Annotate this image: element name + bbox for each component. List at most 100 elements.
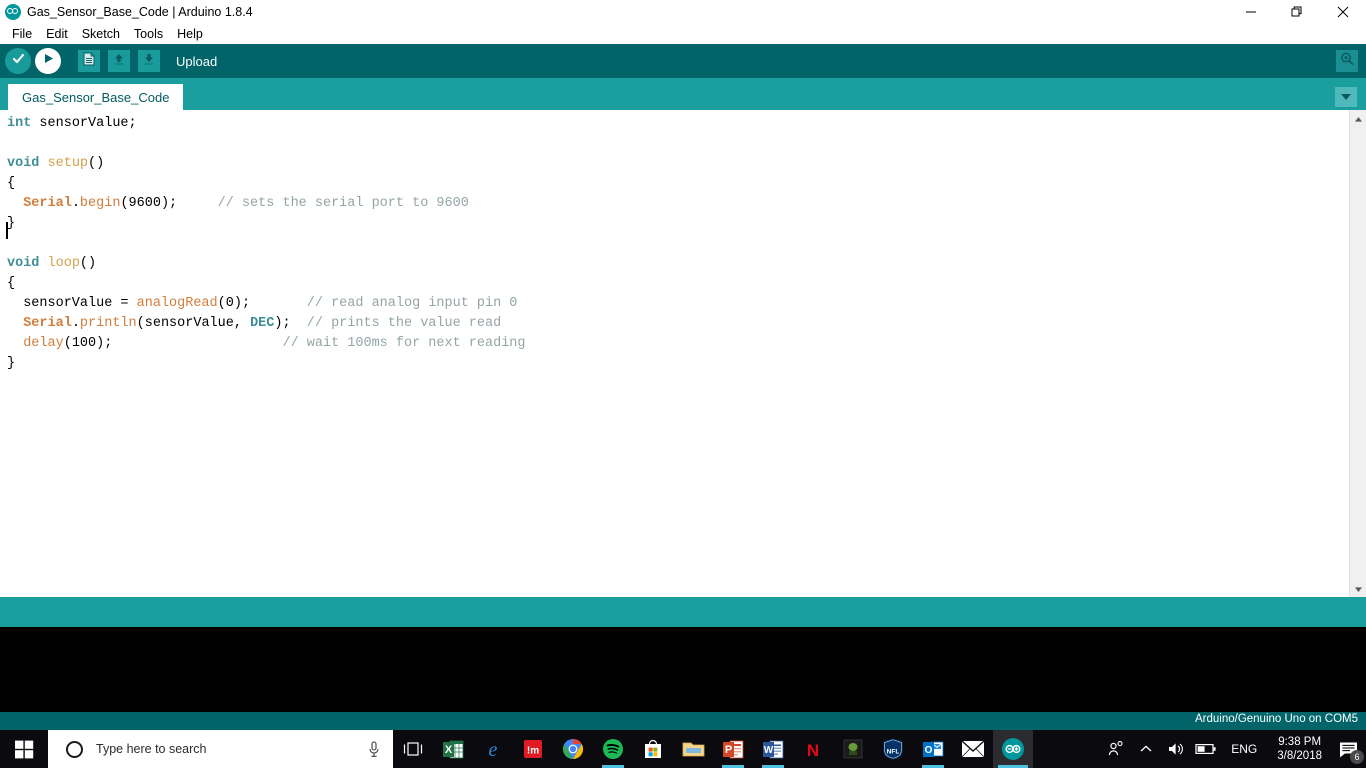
code-token: { [7, 276, 16, 291]
save-sketch-button[interactable] [138, 50, 160, 72]
svg-text:NFL: NFL [887, 749, 900, 756]
tab-menu-button[interactable] [1335, 87, 1357, 107]
serial-monitor-button[interactable] [1336, 50, 1358, 72]
microsoft-store-icon[interactable] [633, 730, 673, 768]
code-line: delay(100); // wait 100ms for next readi… [7, 334, 1346, 354]
board-port-label: Arduino/Genuino Uno on COM5 [1194, 713, 1358, 725]
new-sketch-button[interactable] [78, 50, 100, 72]
windows-start-icon[interactable] [0, 730, 48, 768]
code-line: void setup() [7, 154, 1346, 174]
console-output [0, 627, 1366, 712]
magnifier-serial-monitor-icon [1339, 51, 1355, 72]
editor-vertical-scrollbar[interactable] [1349, 110, 1366, 597]
ide-toolbar: Upload [0, 44, 1366, 78]
open-arrow-up-icon [112, 52, 126, 71]
code-token: // prints the value read [306, 316, 502, 331]
status-message-bar [0, 597, 1366, 627]
svg-text:O: O [925, 745, 933, 756]
code-token: (sensorValue, [136, 316, 251, 331]
code-token: void [7, 156, 40, 171]
svg-text:N: N [807, 741, 819, 760]
svg-text:X: X [445, 744, 453, 756]
task-view-icon[interactable] [393, 730, 433, 768]
code-token: } [7, 216, 16, 231]
board-status-bar [0, 712, 1366, 730]
restore-icon[interactable] [1274, 0, 1320, 24]
edge-icon[interactable]: e [473, 730, 513, 768]
code-token: println [79, 316, 137, 331]
code-line: { [7, 174, 1346, 194]
code-token: Serial [23, 316, 72, 331]
save-arrow-down-icon [142, 52, 156, 71]
code-line: } [7, 354, 1346, 374]
arduino-icon[interactable] [993, 730, 1033, 768]
code-editor[interactable]: int sensorValue; void setup(){ Serial.be… [0, 110, 1366, 597]
code-line: Serial.begin(9600); // sets the serial p… [7, 194, 1346, 214]
menu-item-tools[interactable]: Tools [127, 24, 170, 44]
powerpoint-icon[interactable]: P [713, 730, 753, 768]
people-icon[interactable] [1101, 730, 1131, 768]
file-explorer-icon[interactable] [673, 730, 713, 768]
action-center-icon[interactable]: 6 [1332, 730, 1366, 768]
taskbar-app-list: X e !m P W N NFL O [393, 730, 1033, 768]
arduino-ide-window: Gas_Sensor_Base_Code | Arduino 1.8.4 Fil… [0, 0, 1366, 768]
code-text: int sensorValue; void setup(){ Serial.be… [7, 114, 1346, 374]
code-token: Serial [23, 196, 72, 211]
code-line: Serial.println(sensorValue, DEC); // pri… [7, 314, 1346, 334]
menu-item-sketch[interactable]: Sketch [75, 24, 127, 44]
code-token: (0); [217, 296, 307, 311]
groove-music-icon[interactable]: !m [513, 730, 553, 768]
battery-icon[interactable] [1191, 730, 1221, 768]
window-title-bar: Gas_Sensor_Base_Code | Arduino 1.8.4 [0, 0, 1366, 24]
code-token: sensorValue = [7, 296, 137, 311]
code-token: // sets the serial port to 9600 [217, 196, 469, 211]
code-token: // read analog input pin 0 [306, 296, 518, 311]
menu-item-help[interactable]: Help [170, 24, 210, 44]
verify-button[interactable] [5, 48, 31, 74]
code-token: loop [47, 256, 80, 271]
code-token: () [88, 156, 105, 171]
scroll-down-button[interactable] [1350, 580, 1366, 597]
clock[interactable]: 9:38 PM 3/8/2018 [1267, 730, 1332, 768]
nfl-icon[interactable]: NFL [873, 730, 913, 768]
menu-bar: File Edit Sketch Tools Help [0, 24, 1366, 44]
mail-icon[interactable] [953, 730, 993, 768]
language-indicator[interactable]: ENG [1221, 742, 1267, 756]
minimize-icon[interactable] [1228, 0, 1274, 24]
code-line: } [7, 214, 1346, 234]
menu-item-file[interactable]: File [5, 24, 39, 44]
code-token: begin [79, 196, 121, 211]
toolbar-tooltip: Upload [176, 53, 218, 69]
code-token: ); [274, 316, 307, 331]
open-sketch-button[interactable] [108, 50, 130, 72]
svg-text:e: e [489, 739, 498, 760]
text-caret [6, 222, 8, 239]
code-token: (100); [63, 336, 283, 351]
code-token: void [7, 256, 40, 271]
chevron-up-icon [1354, 110, 1363, 128]
chrome-icon[interactable] [553, 730, 593, 768]
game-app-icon[interactable] [833, 730, 873, 768]
show-hidden-icons-chevron-up-icon[interactable] [1131, 730, 1161, 768]
scroll-up-button[interactable] [1350, 110, 1366, 127]
menu-item-edit[interactable]: Edit [39, 24, 75, 44]
spotify-icon[interactable] [593, 730, 633, 768]
search-input[interactable]: Type here to search [48, 730, 393, 768]
excel-icon[interactable]: X [433, 730, 473, 768]
close-icon[interactable] [1320, 0, 1366, 24]
word-icon[interactable]: W [753, 730, 793, 768]
code-token: () [79, 256, 97, 271]
tab-gas-sensor-base-code[interactable]: Gas_Sensor_Base_Code [8, 84, 184, 110]
upload-button[interactable] [35, 48, 61, 74]
new-file-icon [82, 52, 96, 71]
netflix-icon[interactable]: N [793, 730, 833, 768]
microphone-icon[interactable] [367, 740, 381, 758]
speaker-icon[interactable] [1161, 730, 1191, 768]
outlook-icon[interactable]: O [913, 730, 953, 768]
